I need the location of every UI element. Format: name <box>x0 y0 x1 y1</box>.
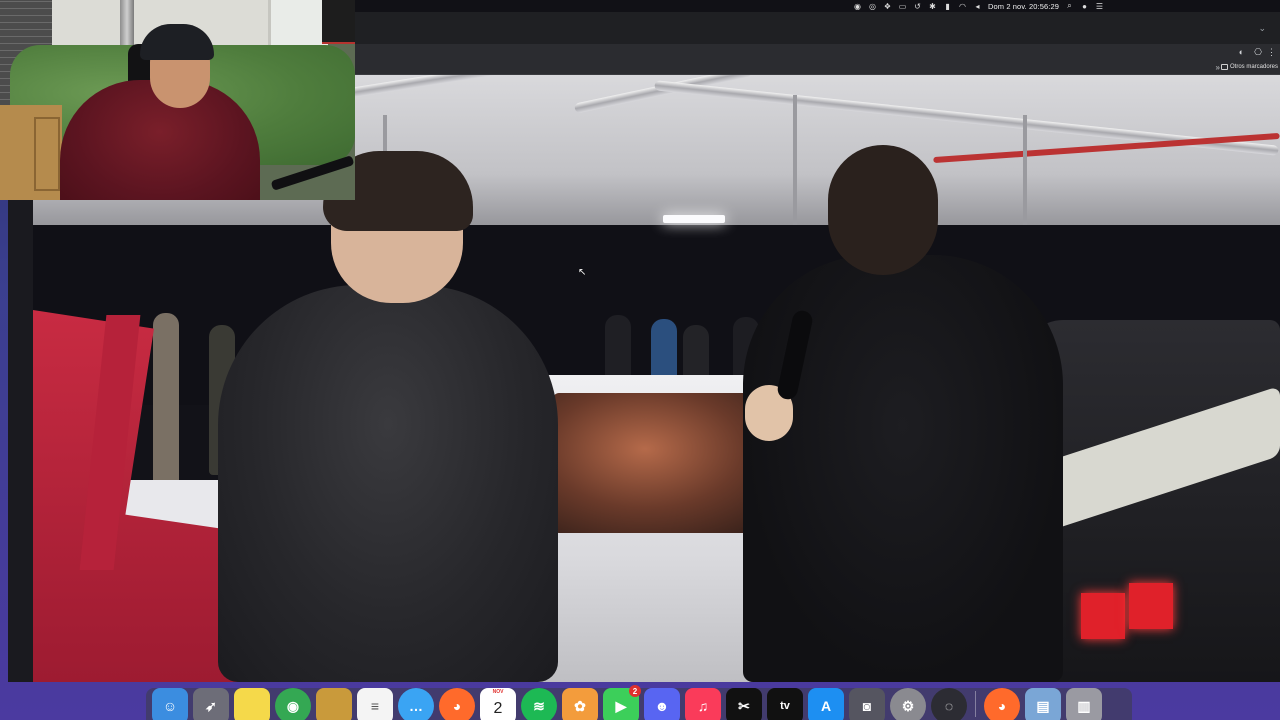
calendar-month: NOV <box>492 689 504 695</box>
screen-icon[interactable]: ▭ <box>898 2 907 11</box>
search-icon[interactable]: ⌕ <box>1065 1 1074 11</box>
dock-settings-icon[interactable]: ⚙ <box>890 688 926 720</box>
tail-light <box>1129 583 1173 629</box>
puzzle-icon[interactable]: ⎔ <box>1254 47 1262 58</box>
dock-appstore-icon[interactable]: A <box>808 688 844 720</box>
dock-separator <box>975 691 976 717</box>
ceiling-beam <box>1023 115 1027 235</box>
bookmarks-folder[interactable]: Otros marcadores <box>1220 64 1278 70</box>
dock-photos-icon[interactable]: ✿ <box>562 688 598 720</box>
wooden-shelf <box>0 105 62 200</box>
dock-facetime-icon[interactable]: ▶ 2 <box>603 685 641 720</box>
interviewer <box>743 255 1063 682</box>
bookmarks-overflow-icon[interactable]: » <box>1216 63 1220 72</box>
control-center-icon[interactable]: ☰ <box>1095 2 1104 11</box>
dock: ☺ ➶ ◉ ≡ … ◕ NOV 2 ≋ ✿ ▶ 2 ☻ ♫ ✂ tv A ◙ ⚙… <box>146 685 1132 720</box>
dock-music-icon[interactable]: ♫ <box>685 688 721 720</box>
bluetooth-icon[interactable]: ✱ <box>928 2 937 11</box>
dock-screenshot-icon[interactable]: ◙ <box>849 688 885 720</box>
bookmarks-folder-label: Otros marcadores <box>1229 64 1278 70</box>
extension-icon[interactable]: ◐ <box>1239 47 1244 57</box>
ceiling-light <box>663 215 725 223</box>
dock-firefox-2-icon[interactable]: ◕ <box>984 688 1020 720</box>
dock-obs-icon[interactable]: ◌ <box>931 688 967 720</box>
dock-capcut-icon[interactable]: ✂ <box>726 688 762 720</box>
menu-dots-icon[interactable]: ⋮ <box>1267 47 1276 58</box>
menubar-clock[interactable]: Dom 2 nov. 20:56:29 <box>988 2 1059 11</box>
dock-trash-icon[interactable]: ▥ <box>1066 688 1102 720</box>
dock-reminders-icon[interactable]: ≡ <box>357 688 393 720</box>
tab-strip: ⌄ <box>355 12 1280 44</box>
volume-icon[interactable]: ◂ <box>973 2 982 11</box>
dock-discord-icon[interactable]: ☻ <box>644 688 680 720</box>
window-edge <box>8 200 33 682</box>
wall-poster <box>322 0 355 44</box>
battery-icon[interactable]: ▮ <box>943 2 952 11</box>
interviewer-head <box>828 145 938 275</box>
dock-preview-icon[interactable]: ▤ <box>1025 688 1061 720</box>
siri-icon[interactable]: ● <box>1080 2 1089 11</box>
calendar-day: 2 <box>493 700 503 717</box>
dock-chrome-icon[interactable]: ◉ <box>275 688 311 720</box>
folder-icon <box>1220 64 1228 70</box>
facetime-badge: 2 <box>629 685 641 697</box>
dock-messages-icon[interactable]: … <box>398 688 434 720</box>
ceiling-beam <box>793 95 797 225</box>
dock-finder-icon[interactable]: ☺ <box>152 688 188 720</box>
dock-launchpad-icon[interactable]: ➶ <box>193 688 229 720</box>
mouse-cursor-icon: ↖ <box>578 267 587 278</box>
eye-icon[interactable]: ◎ <box>868 2 877 11</box>
dock-appletv-icon[interactable]: tv <box>767 688 803 720</box>
webcam-overlay <box>0 0 355 200</box>
dock-folder-icon[interactable] <box>316 688 352 720</box>
dock-spotify-icon[interactable]: ≋ <box>521 688 557 720</box>
desktop: ◉ ◎ ❖ ▭ ↺ ✱ ▮ ◠ ◂ Dom 2 nov. 20:56:29 ⌕ … <box>0 0 1280 720</box>
dock-notes-icon[interactable] <box>234 688 270 720</box>
tab-search-chevron-icon[interactable]: ⌄ <box>1258 23 1266 34</box>
browser-toolbar: ◐ ⎔ ⋮ <box>355 44 1280 62</box>
wifi-icon[interactable]: ◠ <box>958 2 967 11</box>
dock-firefox-icon[interactable]: ◕ <box>439 688 475 720</box>
browser-window: ⌄ ◐ ⎔ ⋮ » Otros marcadores <box>355 12 1280 75</box>
crowd-person <box>153 313 179 493</box>
dropbox-icon[interactable]: ❖ <box>883 2 892 11</box>
creative-cloud-icon[interactable]: ◉ <box>853 2 862 11</box>
appletv-label: tv <box>780 700 790 712</box>
dock-calendar-icon[interactable]: NOV 2 <box>480 688 516 720</box>
tail-light <box>1081 593 1125 639</box>
timemachine-icon[interactable]: ↺ <box>913 2 922 11</box>
interviewee <box>218 285 558 682</box>
bookmarks-bar: » Otros marcadores <box>355 62 1280 75</box>
